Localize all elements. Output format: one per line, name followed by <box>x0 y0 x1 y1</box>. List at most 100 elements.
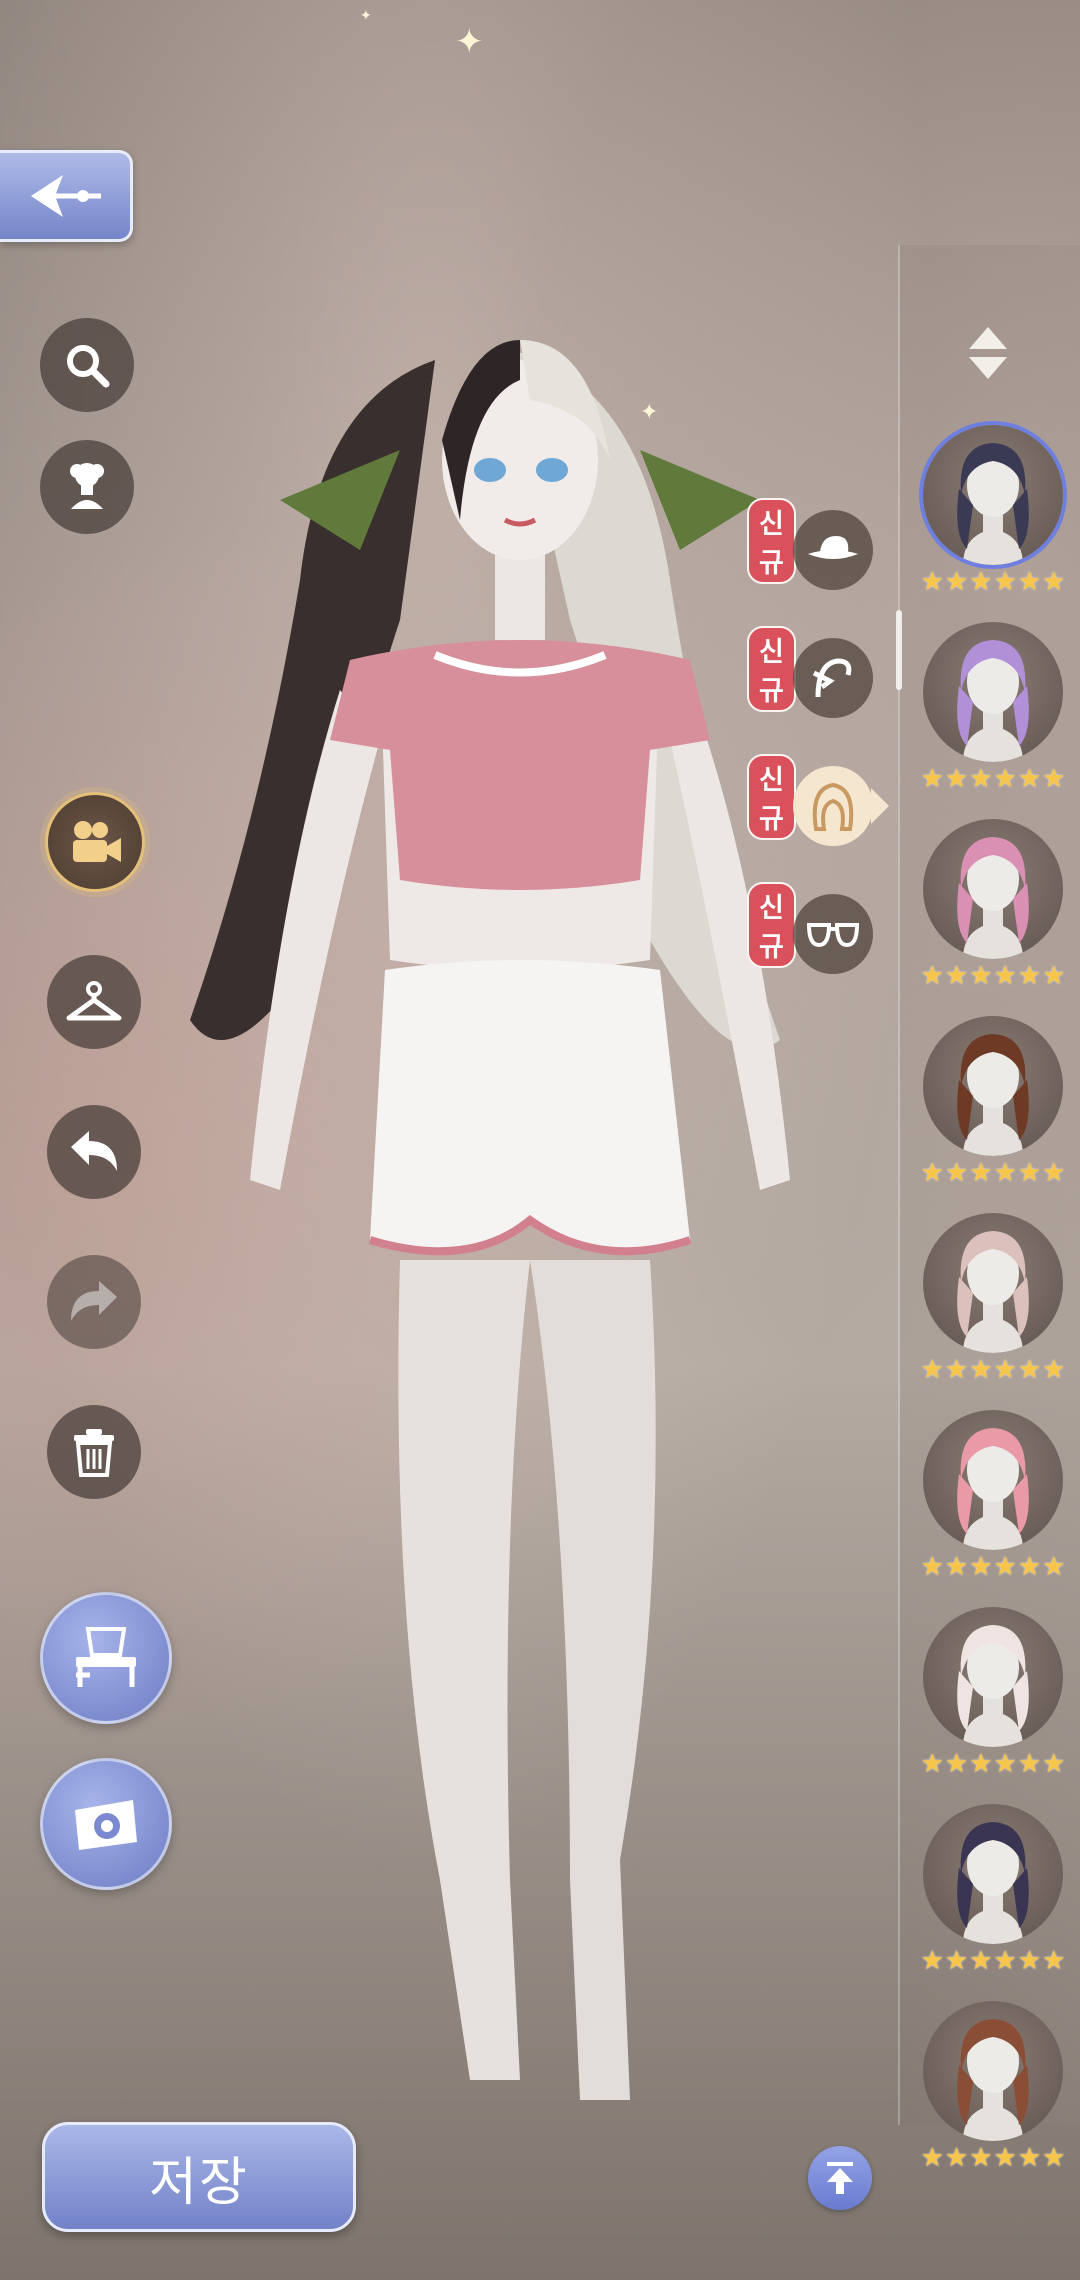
scroll-to-top-button[interactable] <box>808 2146 872 2210</box>
star-icon: ★ <box>944 1749 969 1779</box>
star-icon: ★ <box>1042 2143 1066 2173</box>
new-badge: 신규 <box>747 754 796 840</box>
star-icon: ★ <box>969 2143 993 2173</box>
category-hair-accessory-button[interactable] <box>793 638 873 718</box>
star-icon: ★ <box>1042 1552 1066 1582</box>
hair-item-thumbnail <box>923 1016 1063 1156</box>
star-icon: ★ <box>920 1749 944 1779</box>
selected-pointer <box>871 788 889 824</box>
camera-icon <box>75 1800 137 1850</box>
star-icon: ★ <box>920 764 944 794</box>
hair-accessory-icon <box>812 658 852 698</box>
flower-bust-button[interactable] <box>40 440 134 534</box>
mannequin-head-icon <box>957 1034 1029 1156</box>
mannequin-head-icon <box>957 1231 1029 1353</box>
sparkle-decoration: ✦ <box>360 8 372 24</box>
star-icon: ★ <box>993 1158 1017 1188</box>
hair-item[interactable]: ★ ★ ★ ★ ★ ★ <box>908 1016 1078 1212</box>
hair-item[interactable]: ★ ★ ★ ★ ★ ★ <box>908 1607 1078 1803</box>
category-hat-button[interactable] <box>793 510 873 590</box>
camera-mode-button[interactable] <box>45 792 145 892</box>
star-icon: ★ <box>969 1552 993 1582</box>
star-icon: ★ <box>920 567 944 597</box>
hair-item[interactable]: ★ ★ ★ ★ ★ ★ <box>908 2001 1078 2197</box>
mannequin-head-icon <box>957 640 1029 762</box>
star-icon: ★ <box>1017 1158 1042 1188</box>
hair-item[interactable]: ★ ★ ★ ★ ★ ★ <box>908 425 1078 621</box>
scroll-to-top-icon <box>827 2162 853 2194</box>
mannequin-head-icon <box>957 1625 1029 1747</box>
mannequin-head-icon <box>957 1822 1029 1944</box>
star-icon: ★ <box>944 1552 969 1582</box>
hair-icon <box>812 782 854 831</box>
rarity-stars: ★ ★ ★ ★ ★ ★ <box>908 963 1078 989</box>
rarity-stars: ★ ★ ★ ★ ★ ★ <box>908 766 1078 792</box>
star-icon: ★ <box>920 2143 944 2173</box>
hair-item-thumbnail <box>923 622 1063 762</box>
category-hair-button[interactable] <box>793 766 873 846</box>
star-icon: ★ <box>944 764 969 794</box>
hair-item-thumbnail <box>923 1607 1063 1747</box>
back-button[interactable] <box>0 150 133 242</box>
category-glasses-button[interactable] <box>793 894 873 974</box>
star-icon: ★ <box>969 961 993 991</box>
star-icon: ★ <box>969 1355 993 1385</box>
wardrobe-button[interactable] <box>47 955 141 1049</box>
hair-item[interactable]: ★ ★ ★ ★ ★ ★ <box>908 1213 1078 1409</box>
star-icon: ★ <box>993 1749 1017 1779</box>
hair-item[interactable]: ★ ★ ★ ★ ★ ★ <box>908 1804 1078 2000</box>
star-icon: ★ <box>1017 2143 1042 2173</box>
star-icon: ★ <box>1042 1946 1066 1976</box>
rarity-stars: ★ ★ ★ ★ ★ ★ <box>908 1554 1078 1580</box>
mannequin-head-icon <box>957 837 1029 959</box>
scrollbar-thumb[interactable] <box>896 610 902 690</box>
new-badge: 신규 <box>747 882 796 968</box>
hair-item-thumbnail <box>923 1213 1063 1353</box>
star-icon: ★ <box>1017 1946 1042 1976</box>
hair-item[interactable]: ★ ★ ★ ★ ★ ★ <box>908 819 1078 1015</box>
undo-button[interactable] <box>47 1105 141 1199</box>
star-icon: ★ <box>1042 567 1066 597</box>
star-icon: ★ <box>944 1946 969 1976</box>
new-badge: 신규 <box>747 498 796 584</box>
rarity-stars: ★ ★ ★ ★ ★ ★ <box>908 2145 1078 2171</box>
sort-updown-icon[interactable] <box>965 325 1011 381</box>
dresser-button[interactable] <box>40 1592 172 1724</box>
star-icon: ★ <box>1042 1749 1066 1779</box>
hair-item-thumbnail <box>923 2001 1063 2141</box>
star-icon: ★ <box>993 961 1017 991</box>
hat-icon <box>808 536 858 559</box>
mannequin-head-icon <box>957 1428 1029 1550</box>
star-icon: ★ <box>1042 1158 1066 1188</box>
star-icon: ★ <box>944 961 969 991</box>
vanity-table-icon <box>76 1627 136 1687</box>
back-arrow-icon <box>31 175 101 217</box>
star-icon: ★ <box>1017 1552 1042 1582</box>
star-icon: ★ <box>1017 567 1042 597</box>
flower-mannequin-icon <box>70 463 104 509</box>
delete-button[interactable] <box>47 1405 141 1499</box>
star-icon: ★ <box>1017 1355 1042 1385</box>
rarity-stars: ★ ★ ★ ★ ★ ★ <box>908 1751 1078 1777</box>
star-icon: ★ <box>1017 764 1042 794</box>
hair-item[interactable]: ★ ★ ★ ★ ★ ★ <box>908 622 1078 818</box>
star-icon: ★ <box>969 1749 993 1779</box>
star-icon: ★ <box>1042 764 1066 794</box>
star-icon: ★ <box>1017 961 1042 991</box>
hanger-icon <box>66 981 122 1021</box>
hair-item[interactable]: ★ ★ ★ ★ ★ ★ <box>908 1410 1078 1606</box>
character-avatar[interactable] <box>170 320 900 2140</box>
redo-button[interactable] <box>47 1255 141 1349</box>
save-button[interactable]: 저장 <box>42 2122 356 2232</box>
star-icon: ★ <box>920 1552 944 1582</box>
glasses-icon <box>806 923 860 948</box>
star-icon: ★ <box>920 1946 944 1976</box>
star-icon: ★ <box>1042 961 1066 991</box>
star-icon: ★ <box>993 1552 1017 1582</box>
rarity-stars: ★ ★ ★ ★ ★ ★ <box>908 1357 1078 1383</box>
search-icon <box>67 345 110 388</box>
undo-icon <box>71 1131 117 1171</box>
screenshot-button[interactable] <box>40 1758 172 1890</box>
search-button[interactable] <box>40 318 134 412</box>
star-icon: ★ <box>920 1158 944 1188</box>
